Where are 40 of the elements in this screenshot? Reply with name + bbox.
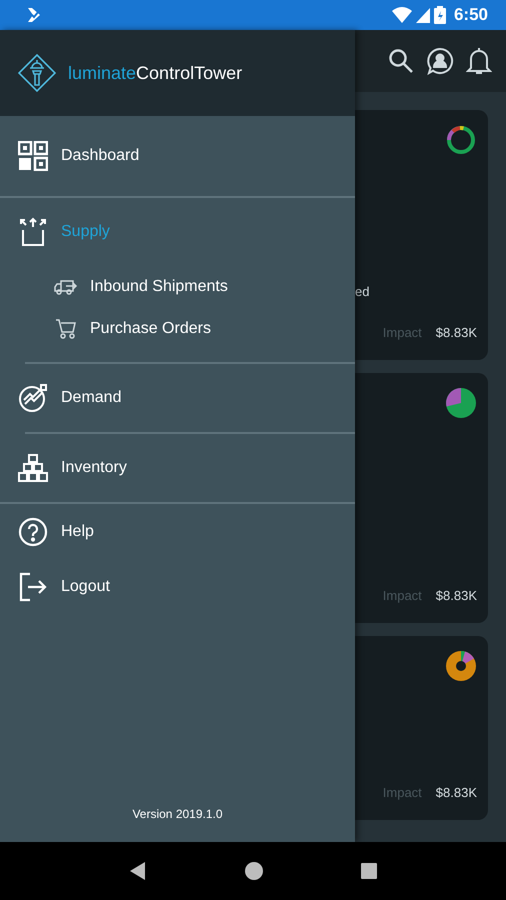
home-icon[interactable] bbox=[245, 862, 263, 880]
submenu-item[interactable]: Purchase Orders bbox=[0, 308, 355, 350]
summary-card[interactable]: Impact $8.83K bbox=[355, 636, 488, 820]
wifi-icon bbox=[392, 7, 412, 23]
bell-icon[interactable] bbox=[466, 46, 492, 76]
clock-time: 6:50 bbox=[454, 5, 488, 25]
signal-icon bbox=[416, 7, 430, 23]
impact-label: Impact bbox=[382, 325, 422, 340]
cart-icon bbox=[54, 318, 78, 340]
impact-label: Impact bbox=[382, 588, 422, 603]
chat-person-icon[interactable] bbox=[426, 47, 454, 75]
help-icon bbox=[18, 516, 48, 546]
impact-value: $8.83K bbox=[436, 325, 477, 340]
menu-item[interactable]: Dashboard bbox=[0, 116, 355, 196]
search-icon[interactable] bbox=[388, 48, 414, 74]
notification-icon bbox=[26, 7, 42, 23]
version-text: Version 2019.1.0 bbox=[131, 807, 224, 823]
ring-chart-icon bbox=[445, 124, 477, 156]
back-icon[interactable] bbox=[129, 861, 147, 881]
menu-item[interactable]: Logout bbox=[0, 559, 355, 614]
impact-value: $8.83K bbox=[436, 588, 477, 603]
app-logo-text: luminateControlTower bbox=[68, 62, 242, 84]
chart-circle-icon bbox=[18, 383, 48, 413]
menu-item[interactable]: Help bbox=[0, 504, 355, 559]
grid-icon bbox=[18, 141, 48, 171]
donut-chart-icon bbox=[445, 650, 477, 682]
stacked-boxes-icon bbox=[18, 453, 48, 483]
impact-value: $8.83K bbox=[436, 785, 477, 800]
menu-item[interactable]: Demand bbox=[0, 364, 355, 432]
tower-logo-icon bbox=[18, 54, 56, 92]
summary-card[interactable]: Impact $8.83K bbox=[355, 373, 488, 623]
pie-chart-icon bbox=[445, 387, 477, 419]
menu-item[interactable]: Inventory bbox=[0, 434, 355, 502]
box-arrows-icon bbox=[18, 217, 48, 247]
submenu-item[interactable]: Inbound Shipments bbox=[0, 266, 355, 308]
summary-card[interactable]: ed Impact $8.83K bbox=[355, 110, 488, 360]
card-text: ed bbox=[355, 284, 370, 299]
battery-icon bbox=[434, 6, 446, 24]
logout-icon bbox=[18, 572, 48, 602]
impact-label: Impact bbox=[382, 785, 422, 800]
